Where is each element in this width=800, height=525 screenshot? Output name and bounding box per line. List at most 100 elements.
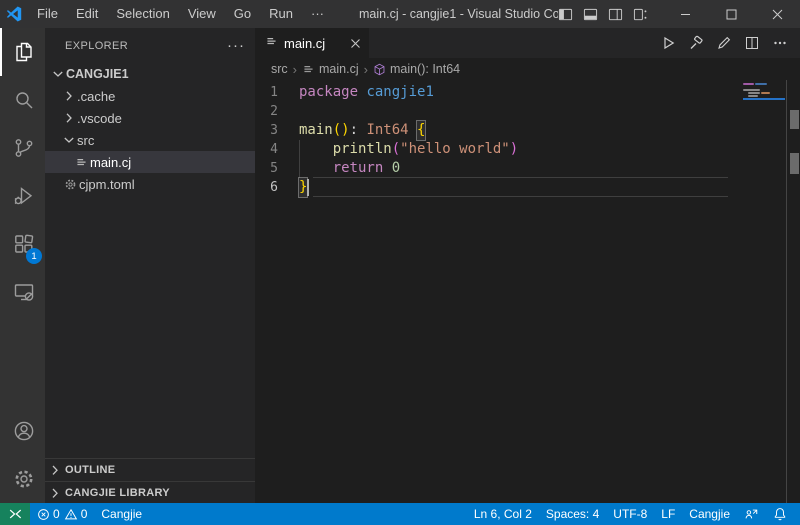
editor-scrollbar[interactable] [786, 80, 800, 503]
explorer-icon[interactable] [0, 28, 45, 76]
section-outline[interactable]: OUTLINE [45, 459, 255, 481]
customize-layout-icon[interactable] [633, 7, 648, 22]
toggle-sidebar-icon[interactable] [558, 7, 573, 22]
sidebar-title: EXPLORER [65, 40, 128, 52]
line-number: 2 [255, 102, 299, 121]
tree-item-cjpm-toml[interactable]: cjpm.toml [45, 173, 255, 195]
indentation-setting[interactable]: Spaces: 4 [539, 503, 606, 525]
code-line-4: 4println("hello world") [255, 140, 800, 159]
tree-item-label: CANGJIE1 [66, 67, 129, 81]
error-count: 0 [53, 507, 60, 521]
tree-item--cache[interactable]: .cache [45, 85, 255, 107]
settings-icon[interactable] [0, 455, 45, 503]
line-number: 1 [255, 83, 299, 102]
chevron-separator: › [364, 62, 368, 77]
eol-setting[interactable]: LF [654, 503, 682, 525]
warning-icon [64, 508, 78, 521]
code-token: package [299, 83, 358, 102]
editor-actions [656, 28, 800, 58]
file-tree: CANGJIE1 .cache.vscodesrcmain.cj cjpm.toml [45, 63, 255, 458]
maximize-button[interactable] [708, 0, 754, 28]
menu-[interactable]: ··· [302, 0, 333, 28]
remote-indicator-button[interactable] [0, 503, 30, 525]
breadcrumb-folder[interactable]: src [271, 62, 288, 76]
code-token [358, 83, 366, 102]
error-icon [37, 508, 50, 521]
code-token [409, 121, 417, 140]
source-control-icon[interactable] [0, 124, 45, 172]
file-icon [72, 156, 90, 169]
code-token: return [333, 159, 384, 178]
scrollbar-decoration[interactable] [790, 153, 799, 174]
split-editor-icon[interactable] [740, 31, 764, 55]
indent-guide [299, 159, 333, 178]
code-line-6: 6} [255, 178, 800, 197]
toggle-panel-icon[interactable] [583, 7, 598, 22]
run-button[interactable] [656, 31, 680, 55]
cursor-position[interactable]: Ln 6, Col 2 [467, 503, 539, 525]
menu-edit[interactable]: Edit [67, 0, 107, 28]
tree-item--vscode[interactable]: .vscode [45, 107, 255, 129]
minimap-current-line [743, 98, 785, 100]
build-hammer-icon[interactable] [684, 31, 708, 55]
activity-bar-bottom [0, 407, 45, 503]
remote-explorer-icon[interactable] [0, 268, 45, 316]
tree-item-cangjie1[interactable]: CANGJIE1 [45, 63, 255, 85]
account-icon[interactable] [0, 407, 45, 455]
minimize-button[interactable] [662, 0, 708, 28]
code-token: ( [392, 140, 400, 159]
file-icon [302, 63, 315, 76]
tree-item-main-cj[interactable]: main.cj [45, 151, 255, 173]
run-and-debug-icon[interactable] [0, 172, 45, 220]
more-actions-icon[interactable] [768, 31, 792, 55]
extensions-icon[interactable]: 1 [0, 220, 45, 268]
breadcrumb-symbol[interactable]: main(): Int64 [373, 62, 460, 76]
explorer-more-actions-icon[interactable]: ··· [227, 41, 245, 51]
problems-button[interactable]: 0 0 [30, 503, 94, 525]
line-number: 3 [255, 121, 299, 140]
activity-bar-top: 1 [0, 28, 45, 407]
menu-run[interactable]: Run [260, 0, 302, 28]
edit-pencil-icon[interactable] [712, 31, 736, 55]
activity-bar: 1 [0, 28, 45, 503]
toggle-secondary-sidebar-icon[interactable] [608, 7, 623, 22]
encoding-setting[interactable]: UTF-8 [606, 503, 654, 525]
chevron-down-icon [50, 66, 66, 82]
menu-view[interactable]: View [179, 0, 225, 28]
code-token: main [299, 121, 333, 140]
tab-main-cj[interactable]: main.cj [255, 28, 369, 58]
code-line-3: 3main(): Int64 { [255, 121, 800, 140]
extensions-badge: 1 [26, 248, 42, 264]
code-token: 0 [392, 159, 400, 178]
remote-icon [8, 507, 22, 521]
close-tab-icon[interactable] [350, 38, 361, 49]
code-token: } [299, 178, 307, 197]
close-button[interactable] [754, 0, 800, 28]
feedback-icon[interactable] [737, 503, 766, 525]
chevron-right-icon [61, 88, 77, 104]
chevron-right-icon [45, 462, 65, 478]
section-cangjie-library[interactable]: CANGJIE LIBRARY [45, 481, 255, 503]
code-lines: 1package cangjie123main(): Int64 {4print… [255, 80, 800, 197]
code-editor[interactable]: 1package cangjie123main(): Int64 {4print… [255, 80, 800, 503]
tree-item-label: cjpm.toml [79, 177, 135, 192]
language-mode[interactable]: Cangjie [682, 503, 737, 525]
menu-bar: FileEditSelectionViewGoRun··· [28, 0, 333, 28]
breadcrumb-file-label: main.cj [319, 62, 359, 76]
file-icon [265, 35, 278, 51]
scrollbar-decoration[interactable] [790, 110, 799, 129]
code-token: Int64 [366, 121, 408, 140]
search-icon[interactable] [0, 76, 45, 124]
indent-guide [299, 140, 333, 159]
cangjie-server-status[interactable]: Cangjie [94, 503, 149, 525]
menu-selection[interactable]: Selection [107, 0, 178, 28]
menu-file[interactable]: File [28, 0, 67, 28]
tree-item-src[interactable]: src [45, 129, 255, 151]
menu-go[interactable]: Go [225, 0, 260, 28]
minimap[interactable] [743, 83, 785, 100]
code-token: : [350, 121, 367, 140]
code-token: () [333, 121, 350, 140]
line-number: 5 [255, 159, 299, 178]
notifications-bell-icon[interactable] [766, 503, 794, 525]
breadcrumb-file[interactable]: main.cj [302, 62, 359, 76]
